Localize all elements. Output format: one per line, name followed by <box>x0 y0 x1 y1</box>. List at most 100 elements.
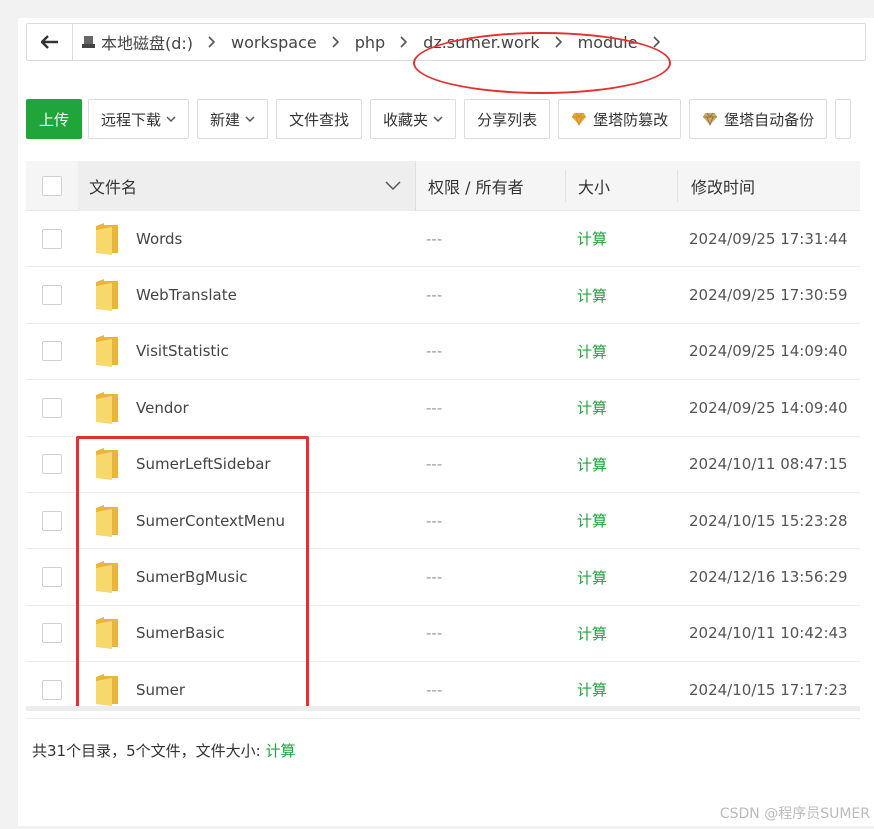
row-check-cell <box>26 567 78 588</box>
crumb-module[interactable]: module <box>578 33 638 52</box>
remote-download-button[interactable]: 远程下载 <box>88 99 190 139</box>
select-all-checkbox[interactable] <box>42 175 62 196</box>
total-size-calc[interactable]: 计算 <box>265 742 295 760</box>
crumb-workspace[interactable]: workspace <box>231 33 317 52</box>
crumb-php[interactable]: php <box>355 33 385 52</box>
file-mtime: 2024/09/25 17:30:59 <box>689 286 848 305</box>
summary-text: 共31个目录，5个文件，文件大小: <box>32 742 261 760</box>
row-checkbox[interactable] <box>42 341 62 362</box>
row-check-cell <box>26 623 78 644</box>
auto-backup-button[interactable]: 堡塔自动备份 <box>689 99 828 139</box>
file-list: Words --- 计算 2024/09/25 17:31:44 WebTran… <box>26 211 860 719</box>
file-name[interactable]: SumerContextMenu <box>136 512 285 530</box>
row-checkbox[interactable] <box>42 285 62 306</box>
file-name[interactable]: Words <box>136 230 182 248</box>
watermark: CSDN @程序员SUMER <box>719 806 870 822</box>
file-perm: --- <box>426 568 443 587</box>
row-checkbox[interactable] <box>42 567 62 588</box>
row-name-cell: SumerBgMusic <box>78 560 416 594</box>
table-row[interactable]: SumerBgMusic --- 计算 2024/12/16 13:56:29 <box>26 549 860 606</box>
file-size-calc[interactable]: 计算 <box>566 454 678 475</box>
column-size-header[interactable]: 大小 <box>566 169 678 202</box>
row-check-cell <box>26 285 78 306</box>
file-perm: --- <box>426 455 443 474</box>
select-all-cell <box>26 161 78 211</box>
crumb-disk[interactable]: 本地磁盘(d:) <box>81 30 193 54</box>
file-mtime: 2024/12/16 13:56:29 <box>689 568 848 587</box>
crumb-site[interactable]: dz.sumer.work <box>423 33 539 52</box>
row-checkbox[interactable] <box>42 454 62 475</box>
back-button[interactable] <box>27 24 73 60</box>
file-name[interactable]: Sumer <box>136 681 185 699</box>
more-button[interactable] <box>835 99 852 139</box>
folder-icon <box>96 335 118 368</box>
row-name-cell: Sumer <box>78 673 416 707</box>
favorites-button[interactable]: 收藏夹 <box>370 99 457 139</box>
file-search-button[interactable]: 文件查找 <box>276 99 363 139</box>
row-check-cell <box>26 341 78 362</box>
tamper-proof-label: 堡塔防篡改 <box>593 110 669 129</box>
table-row[interactable]: SumerContextMenu --- 计算 2024/10/15 15:23… <box>26 493 860 550</box>
file-size-calc[interactable]: 计算 <box>566 510 678 531</box>
file-size-calc[interactable]: 计算 <box>566 341 678 362</box>
column-name-header[interactable]: 文件名 <box>78 160 416 211</box>
table-row[interactable]: SumerLeftSidebar --- 计算 2024/10/11 08:47… <box>26 437 860 493</box>
file-perm: --- <box>426 286 443 305</box>
file-size-calc[interactable]: 计算 <box>566 567 678 588</box>
auto-backup-label: 堡塔自动备份 <box>724 110 815 129</box>
toolbar: 上传 远程下载 新建 文件查找 收藏夹 分享列表 堡塔防篡改 堡塔自动备份 <box>26 99 852 139</box>
row-checkbox[interactable] <box>42 228 62 249</box>
remote-download-label: 远程下载 <box>101 110 162 129</box>
file-size-calc[interactable]: 计算 <box>566 228 678 249</box>
file-name[interactable]: SumerBasic <box>136 624 225 642</box>
table-header: 文件名 权限 / 所有者 大小 修改时间 <box>26 160 860 211</box>
chevron-right-icon <box>329 35 343 49</box>
chevron-right-icon <box>397 35 411 49</box>
file-perm: --- <box>426 680 443 699</box>
file-name[interactable]: WebTranslate <box>136 286 237 304</box>
folder-icon <box>96 673 118 706</box>
file-name[interactable]: VisitStatistic <box>136 342 229 360</box>
column-time-header[interactable]: 修改时间 <box>678 174 755 198</box>
new-button[interactable]: 新建 <box>197 99 269 139</box>
chevron-right-icon <box>205 35 219 49</box>
file-size-calc[interactable]: 计算 <box>566 679 678 700</box>
column-perm-header[interactable]: 权限 / 所有者 <box>416 169 566 202</box>
row-name-cell: SumerBasic <box>78 616 416 650</box>
row-checkbox[interactable] <box>42 623 62 644</box>
file-size-calc[interactable]: 计算 <box>566 397 678 418</box>
tamper-proof-button[interactable]: 堡塔防篡改 <box>558 99 682 139</box>
file-name[interactable]: SumerLeftSidebar <box>136 455 271 473</box>
file-mtime: 2024/10/15 15:23:28 <box>689 511 848 530</box>
table-row[interactable]: Words --- 计算 2024/09/25 17:31:44 <box>26 211 860 268</box>
row-checkbox[interactable] <box>42 679 62 700</box>
upload-button[interactable]: 上传 <box>26 99 82 139</box>
column-time-label: 修改时间 <box>691 177 756 197</box>
file-mtime: 2024/10/11 08:47:15 <box>689 455 848 474</box>
file-perm: --- <box>426 624 443 643</box>
file-perm: --- <box>426 398 443 417</box>
folder-icon <box>96 617 118 650</box>
horizontal-scrollbar[interactable] <box>26 706 860 711</box>
file-name[interactable]: SumerBgMusic <box>136 568 248 586</box>
table-row[interactable]: VisitStatistic --- 计算 2024/09/25 14:09:4… <box>26 324 860 381</box>
share-list-label: 分享列表 <box>477 110 538 129</box>
row-name-cell: Vendor <box>78 391 416 425</box>
arrow-left-icon <box>40 35 58 49</box>
row-name-cell: SumerContextMenu <box>78 504 416 538</box>
file-size-calc[interactable]: 计算 <box>566 623 678 644</box>
row-checkbox[interactable] <box>42 397 62 418</box>
file-size-calc[interactable]: 计算 <box>566 285 678 306</box>
share-list-button[interactable]: 分享列表 <box>464 99 551 139</box>
table-row[interactable]: WebTranslate --- 计算 2024/09/25 17:30:59 <box>26 267 860 324</box>
row-check-cell <box>26 510 78 531</box>
file-name[interactable]: Vendor <box>136 399 189 417</box>
diamond-icon <box>703 112 718 126</box>
crumb-disk-label: 本地磁盘(d:) <box>101 34 194 53</box>
row-name-cell: VisitStatistic <box>78 334 416 368</box>
folder-icon <box>96 504 118 537</box>
table-row[interactable]: SumerBasic --- 计算 2024/10/11 10:42:43 <box>26 606 860 663</box>
table-row[interactable]: Vendor --- 计算 2024/09/25 14:09:40 <box>26 380 860 437</box>
row-checkbox[interactable] <box>42 510 62 531</box>
footer-summary: 共31个目录，5个文件，文件大小: 计算 <box>32 740 295 761</box>
